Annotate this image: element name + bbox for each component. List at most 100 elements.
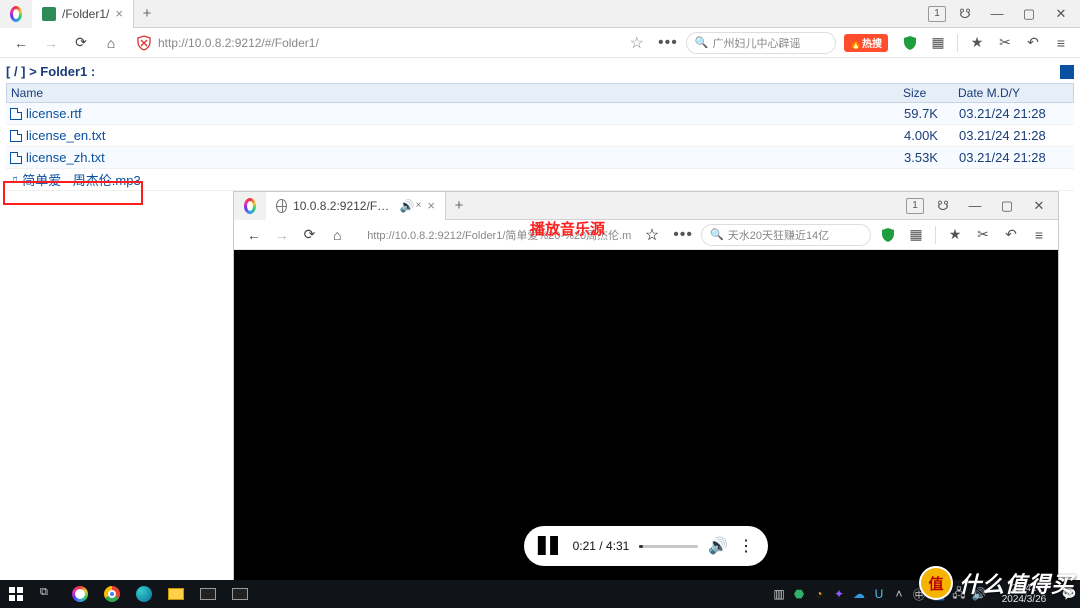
hot-search-badge[interactable]: 🔥热搜 <box>844 34 888 52</box>
favorites-icon[interactable]: ★ <box>946 226 964 244</box>
music-file-icon: ♫ <box>10 174 18 186</box>
taskbar-app-explorer[interactable] <box>160 580 192 608</box>
table-row: license.rtf 59.7K03.21/24 21:28 <box>6 103 1074 125</box>
restore-icon[interactable]: ↶ <box>1024 34 1042 52</box>
address-bar[interactable]: ☆ <box>130 32 650 54</box>
breadcrumb[interactable]: [ / ] > Folder1 : <box>6 64 95 79</box>
media-viewport: ▋▋ 0:21 / 4:31 🔊 ⋮ <box>234 250 1058 580</box>
time-display: 0:21 / 4:31 <box>573 539 630 553</box>
table-row: ♫ 简单爱 - 周杰伦.mp3 <box>6 169 1074 191</box>
close-window-button[interactable]: ✕ <box>1024 194 1054 218</box>
table-row: license_en.txt4.00K03.21/24 21:28 <box>6 125 1074 147</box>
extension-icon[interactable]: ☋ <box>928 194 958 218</box>
file-link[interactable]: license_en.txt <box>26 128 106 143</box>
url-input[interactable] <box>367 229 639 241</box>
maximize-button[interactable]: ▢ <box>992 194 1022 218</box>
file-link[interactable]: 简单爱 - 周杰伦.mp3 <box>22 170 140 189</box>
browser-logo <box>0 0 32 28</box>
more-menu-icon[interactable]: ⋮ <box>738 536 754 556</box>
search-placeholder: 天水20天狂赚近14亿 <box>728 227 829 243</box>
forward-button[interactable]: → <box>40 32 62 54</box>
listing-header: Name Size Date M.D/Y <box>6 83 1074 103</box>
taskbar-app-terminal2[interactable] <box>224 580 256 608</box>
file-date: 03.21/24 21:28 <box>959 106 1074 121</box>
seek-slider[interactable] <box>639 545 698 548</box>
screenshot-icon[interactable]: ✂ <box>974 226 992 244</box>
start-button[interactable] <box>0 580 32 608</box>
back-button[interactable]: ← <box>244 224 264 246</box>
tab-count-badge[interactable]: 1 <box>928 6 946 22</box>
address-bar[interactable]: ☆ <box>355 224 665 246</box>
minimize-button[interactable]: — <box>960 194 990 218</box>
screenshot-icon[interactable]: ✂ <box>996 34 1014 52</box>
search-box[interactable]: 🔍 广州妇儿中心辟谣 <box>686 32 836 54</box>
home-button[interactable]: ⌂ <box>327 224 347 246</box>
home-button[interactable]: ⌂ <box>100 32 122 54</box>
taskbar-app-chrome[interactable] <box>96 580 128 608</box>
extension-icon[interactable]: ☋ <box>950 2 980 26</box>
back-button[interactable]: ← <box>10 32 32 54</box>
maximize-button[interactable]: ▢ <box>1014 2 1044 26</box>
file-date: 03.21/24 21:28 <box>959 150 1074 165</box>
col-name[interactable]: Name <box>7 86 903 100</box>
close-tab-icon[interactable]: × <box>115 6 123 21</box>
tray-icon[interactable]: ◔ <box>810 585 828 603</box>
taskbar-app-terminal[interactable] <box>192 580 224 608</box>
reload-button[interactable]: ⟳ <box>70 32 92 54</box>
site-menu-icon[interactable]: ••• <box>673 226 693 244</box>
site-security-icon[interactable] <box>136 35 152 51</box>
search-box[interactable]: 🔍 天水20天狂赚近14亿 <box>701 224 871 246</box>
tray-chevron-up-icon[interactable]: ˄ <box>890 585 908 603</box>
restore-icon[interactable]: ↶ <box>1002 226 1020 244</box>
main-menu-icon[interactable]: ≡ <box>1030 226 1048 244</box>
task-view-icon[interactable]: ⧉ <box>32 580 64 608</box>
new-tab-button[interactable]: + <box>134 5 160 22</box>
file-link[interactable]: license.rtf <box>26 106 82 121</box>
file-size: 59.7K <box>904 106 959 121</box>
shield-icon[interactable] <box>879 226 897 244</box>
table-row: license_zh.txt3.53K03.21/24 21:28 <box>6 147 1074 169</box>
file-link[interactable]: license_zh.txt <box>26 150 105 165</box>
new-tab-button[interactable]: + <box>446 197 472 214</box>
tab-audio-icon[interactable]: 🔊× <box>400 199 422 213</box>
apps-grid-icon[interactable]: ▦ <box>929 34 947 52</box>
favorites-icon[interactable]: ★ <box>968 34 986 52</box>
tray-icon[interactable]: U <box>870 585 888 603</box>
tab-count-badge[interactable]: 1 <box>906 198 924 214</box>
file-icon <box>10 152 22 164</box>
taskbar-app-360[interactable] <box>64 580 96 608</box>
watermark-badge-icon: 值 <box>919 566 953 600</box>
tab-folder1[interactable]: /Folder1/ × <box>32 0 134 28</box>
360-logo-icon <box>10 6 22 22</box>
reload-button[interactable]: ⟳ <box>300 224 320 246</box>
file-icon <box>10 108 22 120</box>
tray-icon[interactable]: ⬣ <box>790 585 808 603</box>
file-icon <box>10 130 22 142</box>
close-tab-icon[interactable]: × <box>427 198 435 213</box>
minimize-button[interactable]: — <box>982 2 1012 26</box>
site-menu-icon[interactable]: ••• <box>658 34 678 52</box>
directory-listing: [ / ] > Folder1 : Name Size Date M.D/Y l… <box>0 58 1080 191</box>
shield-icon[interactable] <box>901 34 919 52</box>
window-buttons: ☋ — ▢ ✕ <box>950 2 1080 26</box>
close-window-button[interactable]: ✕ <box>1046 2 1076 26</box>
tab-player[interactable]: 10.0.8.2:9212/Folder1/简 🔊× × <box>266 192 446 220</box>
col-date[interactable]: Date M.D/Y <box>958 86 1073 100</box>
tray-icon[interactable]: ▥ <box>770 585 788 603</box>
search-icon: 🔍 <box>695 36 709 49</box>
bookmark-star-icon[interactable]: ☆ <box>630 33 644 53</box>
taskbar-app-edge[interactable] <box>128 580 160 608</box>
tray-icon[interactable]: ✦ <box>830 585 848 603</box>
bookmark-star-icon[interactable]: ☆ <box>645 225 659 245</box>
pause-button[interactable]: ▋▋ <box>538 536 563 556</box>
volume-icon[interactable]: 🔊 <box>708 536 728 556</box>
main-menu-icon[interactable]: ≡ <box>1052 34 1070 52</box>
tray-icon[interactable]: ☁ <box>850 585 868 603</box>
player-browser-window: 10.0.8.2:9212/Folder1/简 🔊× × + 1 ☋ — ▢ ✕… <box>234 192 1058 580</box>
col-size[interactable]: Size <box>903 86 958 100</box>
forward-button[interactable]: → <box>272 224 292 246</box>
url-input[interactable] <box>158 36 624 50</box>
apps-grid-icon[interactable]: ▦ <box>907 226 925 244</box>
fullscreen-icon[interactable] <box>1060 65 1074 79</box>
search-icon: 🔍 <box>710 228 724 241</box>
